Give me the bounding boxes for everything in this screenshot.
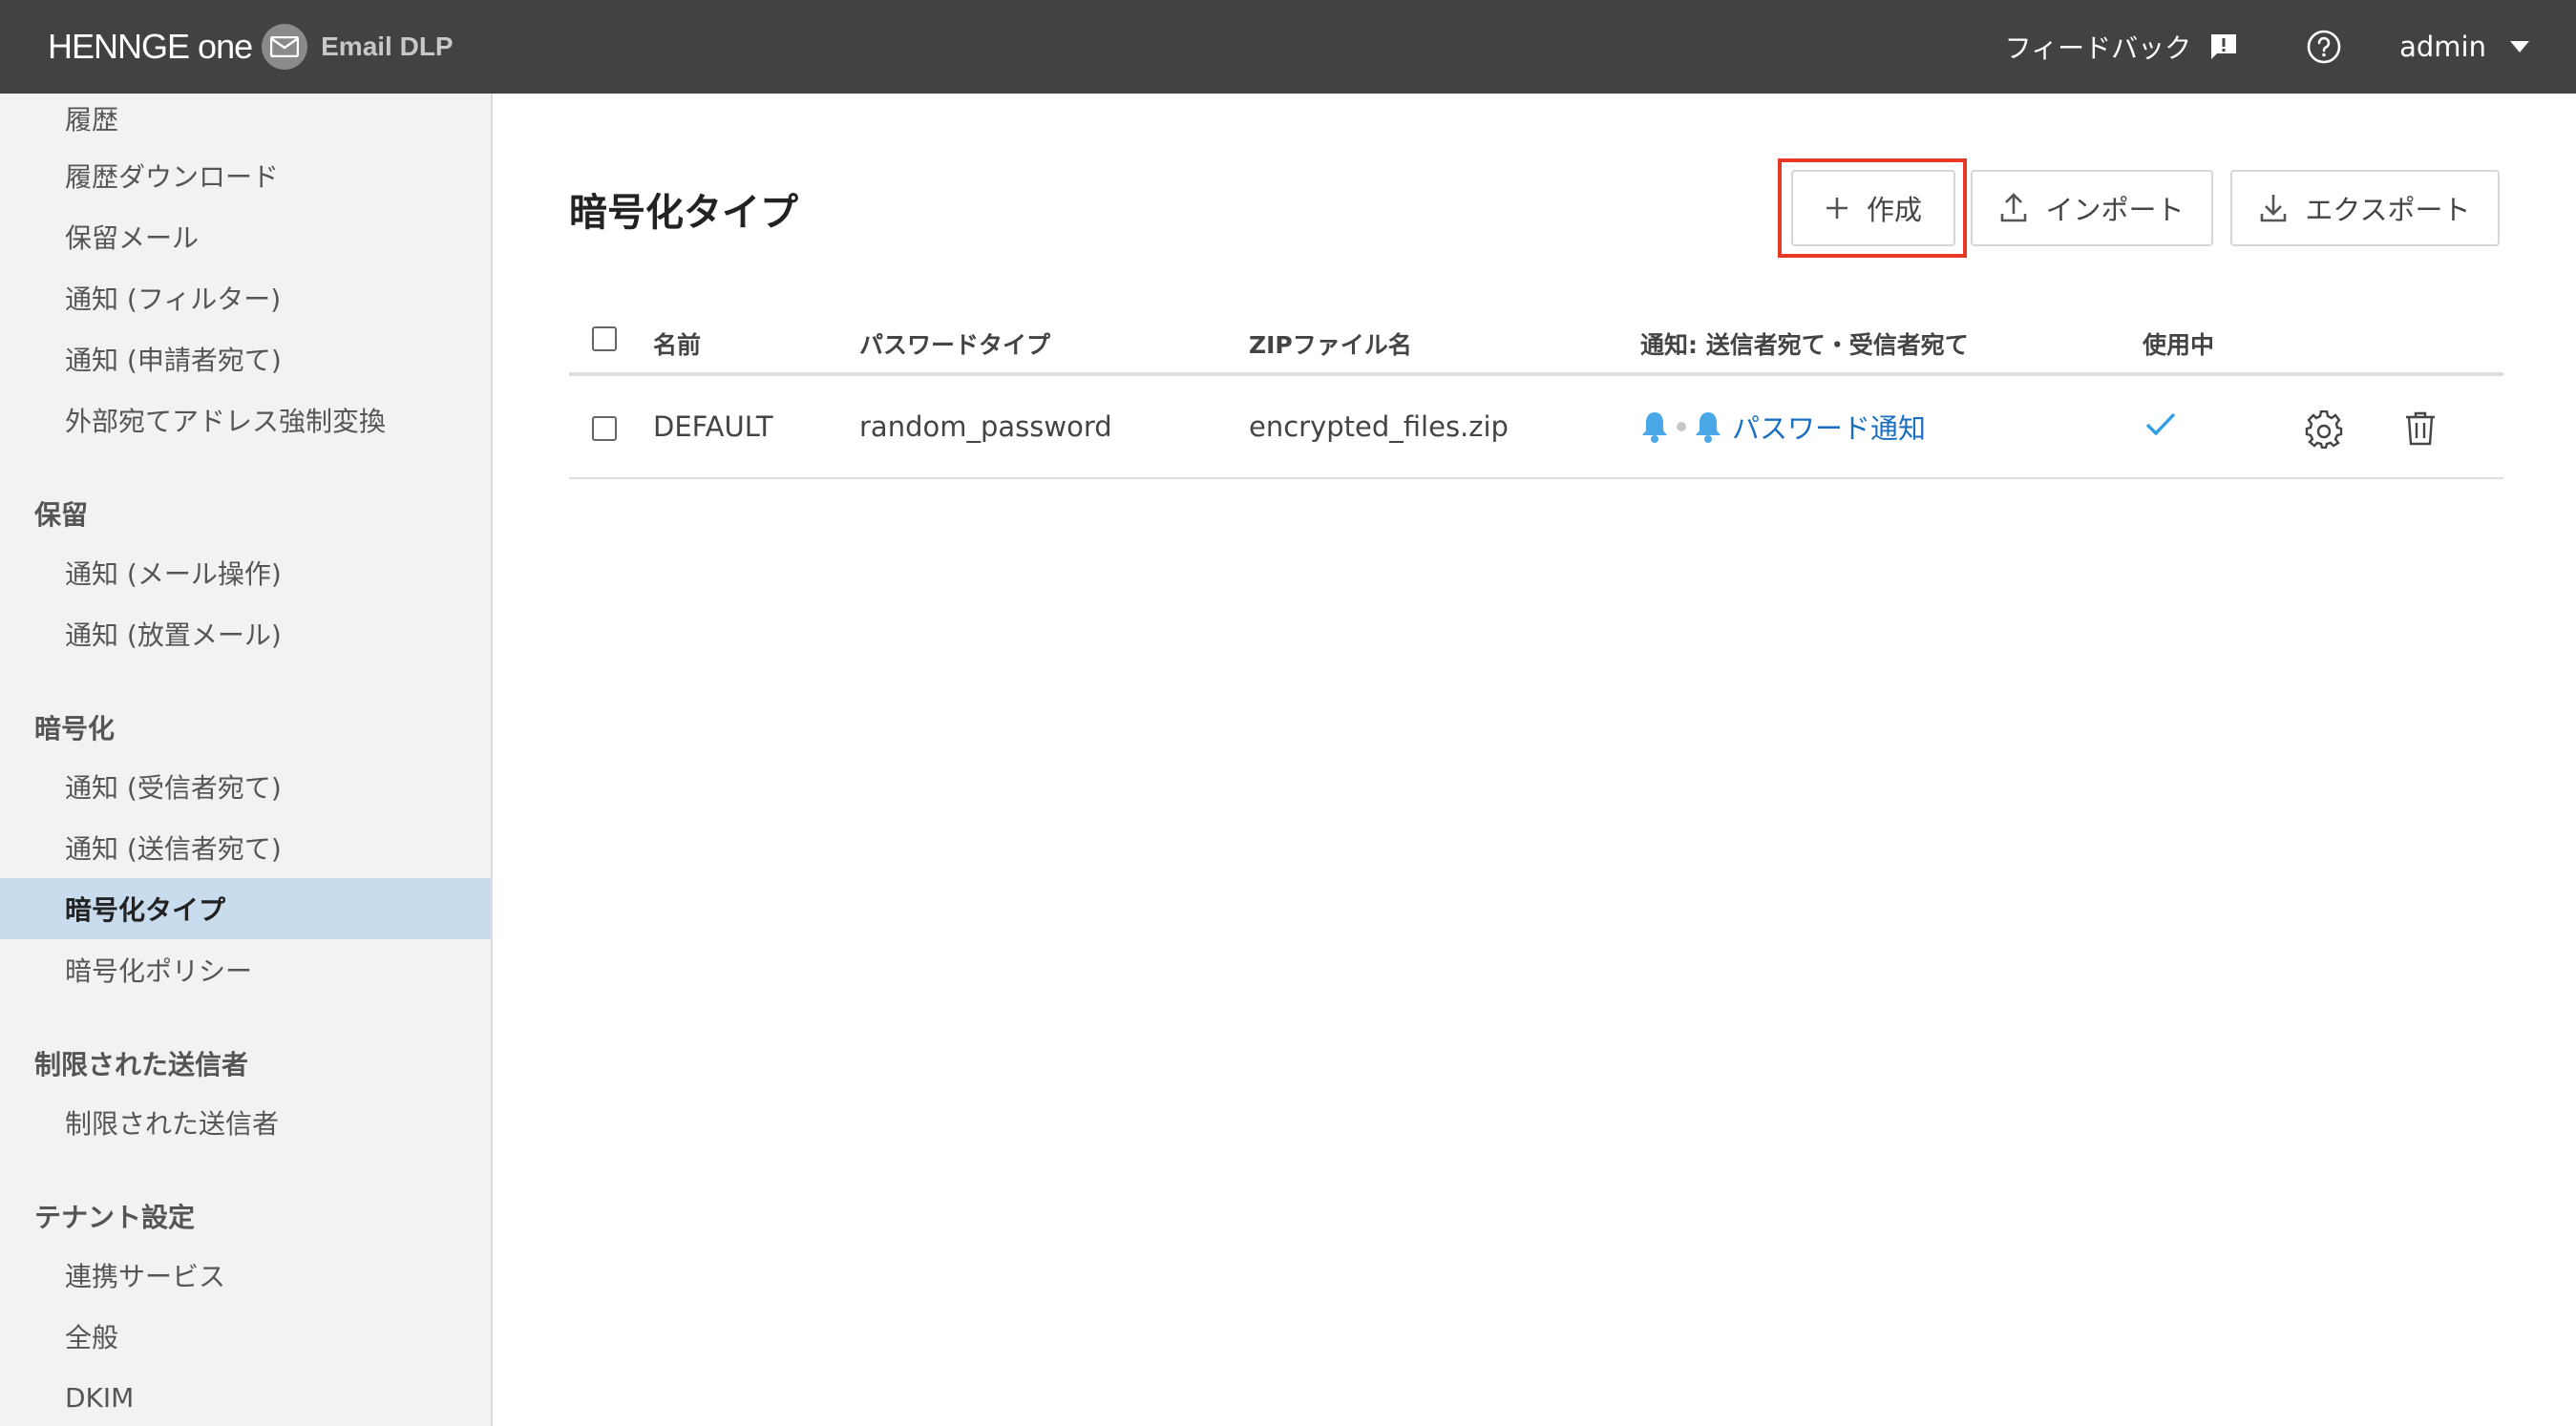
column-header-zip-name[interactable]: ZIPファイル名 xyxy=(1249,326,1412,361)
sidebar-item-history[interactable]: 履歴 xyxy=(0,94,491,143)
column-header-password-type[interactable]: パスワードタイプ xyxy=(859,326,1050,361)
column-header-notification: 通知: 送信者宛て・受信者宛て xyxy=(1640,331,1969,359)
sidebar-item-integrations[interactable]: 連携サービス xyxy=(0,1245,491,1306)
user-label: admin xyxy=(2399,31,2486,63)
sidebar-section-tenant-settings: テナント設定 xyxy=(34,1202,196,1233)
brand-name: HENNGE one xyxy=(48,27,253,66)
user-menu[interactable]: admin xyxy=(2399,31,2530,63)
column-header-name[interactable]: 名前 xyxy=(653,326,701,361)
sidebar: 履歴 履歴ダウンロード 保留メール 通知 (フィルター) 通知 (申請者宛て) … xyxy=(0,94,493,1426)
row-zip-name: encrypted_files.zip xyxy=(1249,410,1509,443)
select-all-checkbox[interactable] xyxy=(592,326,617,351)
sidebar-item-notify-mail-operation[interactable]: 通知 (メール操作) xyxy=(0,542,491,603)
table-row: DEFAULT random_password encrypted_files.… xyxy=(569,380,2503,479)
feedback-link[interactable]: フィードバック xyxy=(2005,28,2239,66)
plus-icon xyxy=(1826,198,1848,219)
sidebar-item-external-address-convert[interactable]: 外部宛てアドレス強制変換 xyxy=(0,389,491,451)
gear-icon[interactable] xyxy=(2305,410,2343,449)
brand-logo[interactable]: HENNGE one Email DLP xyxy=(48,0,454,94)
export-button[interactable]: エクスポート xyxy=(2230,170,2500,246)
mail-icon xyxy=(262,24,308,70)
sidebar-section-encryption: 暗号化 xyxy=(34,713,116,744)
sidebar-item-history-download[interactable]: 履歴ダウンロード xyxy=(0,145,491,206)
password-notification-link[interactable]: パスワード通知 xyxy=(1732,407,1926,447)
upload-icon xyxy=(2001,193,2027,222)
row-password-type: random_password xyxy=(859,410,1112,443)
chevron-down-icon xyxy=(2509,40,2530,53)
row-name: DEFAULT xyxy=(653,410,773,443)
download-icon xyxy=(2261,195,2287,222)
trash-icon[interactable] xyxy=(2404,410,2437,447)
row-notification: パスワード通知 xyxy=(1640,407,1926,447)
sidebar-item-restricted-senders[interactable]: 制限された送信者 xyxy=(0,1092,491,1153)
row-checkbox[interactable] xyxy=(592,416,617,441)
bell-icon xyxy=(1696,412,1721,443)
page-title: 暗号化タイプ xyxy=(569,191,798,235)
top-bar: HENNGE one Email DLP フィードバック admin xyxy=(0,0,2576,94)
import-button[interactable]: インポート xyxy=(1971,170,2213,246)
sidebar-item-encryption-type[interactable]: 暗号化タイプ xyxy=(0,878,491,939)
feedback-icon xyxy=(2208,31,2239,62)
column-header-in-use[interactable]: 使用中 xyxy=(2143,326,2214,361)
sidebar-section-hold: 保留 xyxy=(34,499,89,531)
sidebar-item-general[interactable]: 全般 xyxy=(0,1306,491,1367)
sidebar-item-notify-applicant[interactable]: 通知 (申請者宛て) xyxy=(0,328,491,389)
create-button[interactable]: 作成 xyxy=(1791,170,1955,246)
sidebar-item-dkim[interactable]: DKIM xyxy=(0,1367,491,1426)
sidebar-item-notify-recipient[interactable]: 通知 (受信者宛て) xyxy=(0,756,491,817)
sidebar-item-notify-idle-mail[interactable]: 通知 (放置メール) xyxy=(0,603,491,664)
check-icon xyxy=(2144,410,2177,437)
export-button-label: エクスポート xyxy=(2305,194,2471,226)
help-icon[interactable] xyxy=(2306,29,2342,65)
sidebar-item-notify-sender[interactable]: 通知 (送信者宛て) xyxy=(0,817,491,878)
sidebar-section-restricted-senders: 制限された送信者 xyxy=(34,1049,249,1080)
create-button-label: 作成 xyxy=(1866,194,1922,226)
sidebar-item-encryption-policy[interactable]: 暗号化ポリシー xyxy=(0,939,491,1000)
feedback-label: フィードバック xyxy=(2004,32,2192,64)
sidebar-item-notify-filter[interactable]: 通知 (フィルター) xyxy=(0,267,491,328)
product-name: Email DLP xyxy=(321,31,454,61)
sidebar-item-held-mail[interactable]: 保留メール xyxy=(0,206,491,267)
table-header: 名前 パスワードタイプ ZIPファイル名 通知: 送信者宛て・受信者宛て 使用中 xyxy=(569,305,2503,376)
bell-icon xyxy=(1642,412,1667,443)
separator-dot xyxy=(1677,422,1686,431)
import-button-label: インポート xyxy=(2045,194,2185,226)
